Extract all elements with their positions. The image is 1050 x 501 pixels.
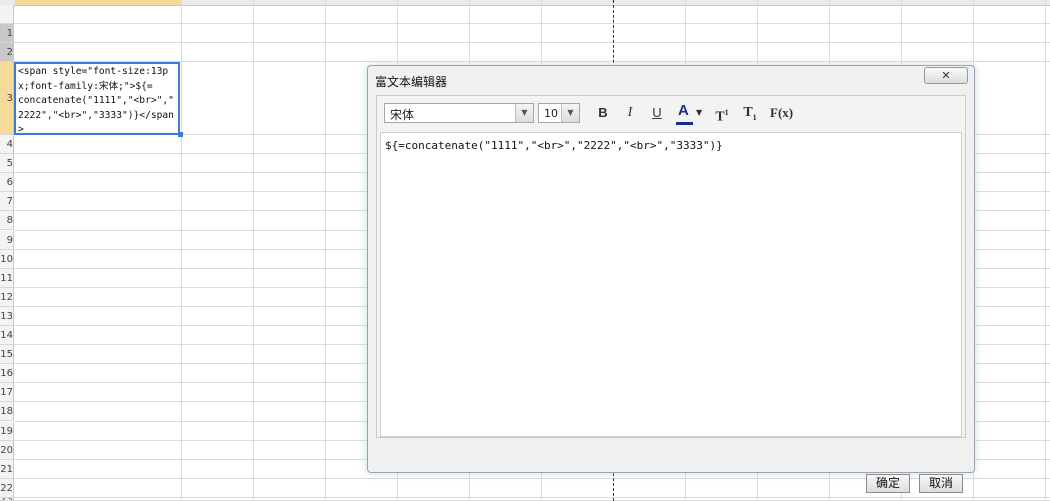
row-gridline	[14, 23, 1050, 24]
fill-handle[interactable]	[178, 132, 183, 137]
row-header-8[interactable]: 8	[0, 211, 14, 231]
italic-button[interactable]: I	[622, 104, 638, 122]
row-header-22[interactable]: 22	[0, 478, 14, 498]
column-gridline	[1045, 0, 1046, 501]
row-header-21[interactable]: 21	[0, 459, 14, 479]
rich-text-editor-dialog: 富文本编辑器 ✕ 宋体 ▼ 10 ▼ B I U A ▼ T1 T1 F(x) …	[367, 65, 975, 493]
row-header-16[interactable]: 16	[0, 364, 14, 384]
active-column-header[interactable]	[15, 0, 181, 5]
active-cell[interactable]: <span style="font-size:13p x;font-family…	[14, 62, 180, 135]
font-family-select[interactable]: 宋体 ▼	[384, 103, 534, 123]
row-header-18[interactable]: 18	[0, 402, 14, 422]
ok-button[interactable]: 确定	[866, 474, 910, 493]
chevron-down-icon[interactable]: ▼	[515, 104, 533, 122]
row-header-4[interactable]: 4	[0, 135, 14, 155]
row-header-17[interactable]: 17	[0, 383, 14, 403]
row-header-20[interactable]: 20	[0, 440, 14, 460]
font-color-button[interactable]: A ▼	[676, 102, 704, 125]
superscript-icon: T	[715, 109, 725, 125]
superscript-button[interactable]: T1	[713, 104, 731, 125]
row-header-2[interactable]: 2	[0, 43, 14, 62]
formula-button[interactable]: F(x)	[770, 104, 793, 122]
row-header-10[interactable]: 10	[0, 249, 14, 269]
formatting-toolbar: 宋体 ▼ 10 ▼ B I U A ▼ T1 T1 F(x)	[377, 96, 965, 130]
row-header-11[interactable]: 11	[0, 268, 14, 288]
rich-text-input[interactable]: ${=concatenate("1111","<br>","2222","<br…	[380, 132, 962, 437]
row-header-14[interactable]: 14	[0, 326, 14, 346]
row-gridline	[14, 496, 1050, 498]
dialog-titlebar[interactable]: 富文本编辑器 ✕	[368, 66, 974, 94]
row-header-blank[interactable]	[0, 5, 14, 24]
close-icon: ✕	[941, 69, 951, 82]
chevron-down-icon[interactable]: ▼	[561, 104, 579, 122]
font-size-value: 10	[544, 107, 558, 120]
row-header-19[interactable]: 19	[0, 421, 14, 441]
subscript-mark: 1	[752, 112, 757, 122]
dialog-content: 宋体 ▼ 10 ▼ B I U A ▼ T1 T1 F(x) ${=concat…	[376, 95, 966, 493]
column-gridline	[181, 0, 182, 501]
bold-button[interactable]: B	[595, 104, 611, 122]
column-gridline	[253, 0, 254, 501]
row-header-13[interactable]: 13	[0, 306, 14, 326]
row-header-9[interactable]: 9	[0, 230, 14, 250]
subscript-icon: T	[743, 105, 753, 120]
cancel-button[interactable]: 取消	[919, 474, 963, 493]
row-header-7[interactable]: 7	[0, 192, 14, 212]
row-header-5[interactable]: 5	[0, 154, 14, 174]
column-gridline	[325, 0, 326, 501]
row-header-6[interactable]: 6	[0, 173, 14, 193]
font-color-icon: A	[678, 102, 689, 119]
chevron-down-icon[interactable]: ▼	[696, 104, 702, 122]
row-gridline	[14, 42, 1050, 43]
font-size-select[interactable]: 10 ▼	[538, 103, 580, 123]
dialog-title: 富文本编辑器	[375, 75, 448, 89]
subscript-button[interactable]: T1	[741, 104, 759, 122]
close-button[interactable]: ✕	[924, 67, 968, 84]
superscript-mark: 1	[724, 108, 729, 117]
row-header-1[interactable]: 1	[0, 24, 14, 43]
font-family-value: 宋体	[390, 108, 415, 122]
font-color-indicator	[676, 122, 693, 125]
row-header-15[interactable]: 15	[0, 345, 14, 365]
row-header-12[interactable]: 12	[0, 287, 14, 307]
underline-button[interactable]: U	[649, 104, 665, 122]
row-header-3[interactable]: 3	[0, 62, 14, 135]
